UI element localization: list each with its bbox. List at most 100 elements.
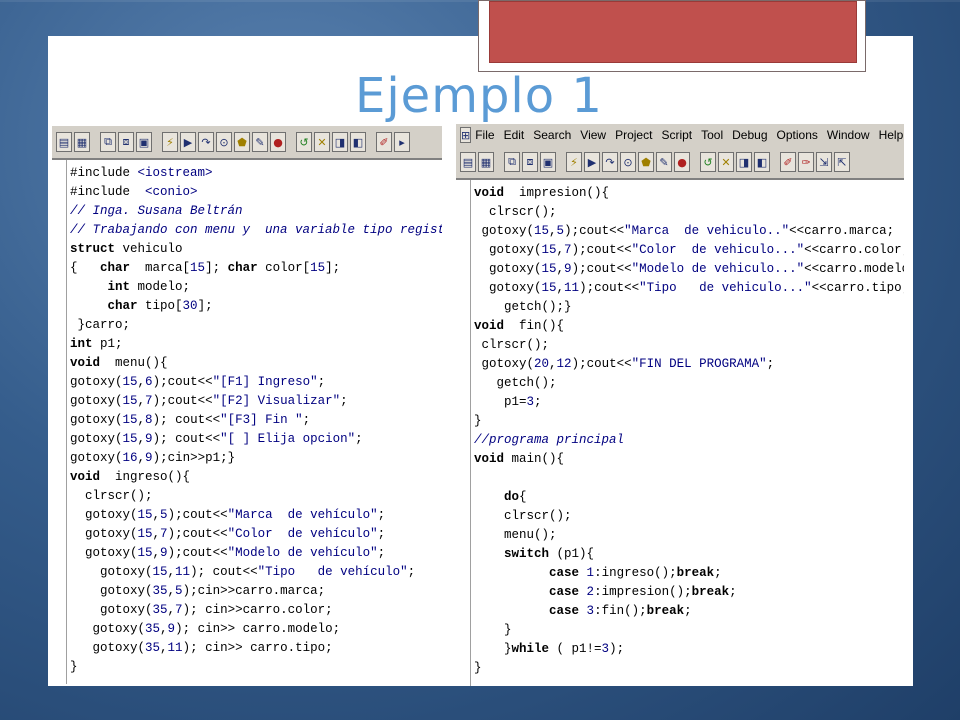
code-token: struct (70, 242, 116, 256)
run-icon[interactable]: ▶ (180, 132, 196, 152)
code-token: gotoxy( (70, 546, 138, 560)
code-token: tipo[ (137, 299, 183, 313)
code-token: "[F2] Visualizar" (212, 394, 341, 408)
code-token: );cout<< (167, 508, 228, 522)
menu-debug[interactable]: Debug (732, 128, 767, 142)
menu-view[interactable]: View (580, 128, 606, 142)
step-icon[interactable]: ↷ (198, 132, 214, 152)
menu-search[interactable]: Search (533, 128, 571, 142)
debug-icon[interactable]: ⊙ (620, 152, 636, 172)
breakpoint-icon[interactable]: ● (674, 152, 690, 172)
open-file-icon[interactable]: ▤ (460, 152, 476, 172)
bookmark-next-icon[interactable]: ✑ (798, 152, 814, 172)
code-token: gotoxy( (474, 281, 542, 295)
code-token: menu(); (474, 528, 557, 542)
code-token: "Tipo de vehículo" (257, 565, 408, 579)
save-file-icon[interactable]: ▦ (74, 132, 90, 152)
left-toolbar: ▤ ▦ ⧉ ⧈ ▣ ⚡ ▶ ↷ ⊙ ⬟ ✎ ● ↺ ✕ ◨ ◧ ✐ ▸ (52, 126, 442, 160)
app-icon[interactable]: ⊞ (460, 127, 472, 143)
breakpoint-icon[interactable]: ● (270, 132, 286, 152)
compile-icon[interactable]: ◨ (332, 132, 348, 152)
copy-icon[interactable]: ⧉ (504, 152, 520, 172)
code-token: break (691, 585, 730, 599)
menu-help[interactable]: Help (879, 128, 904, 142)
code-token: gotoxy( (70, 584, 153, 598)
code-token: 15 (310, 261, 326, 275)
step-into-icon[interactable]: ⇲ (816, 152, 832, 172)
code-token: #include (70, 166, 138, 180)
menu-edit[interactable]: Edit (504, 128, 525, 142)
code-token: 35 (152, 603, 168, 617)
code-line: clrscr(); (474, 336, 904, 355)
code-token: 15 (541, 281, 557, 295)
cut-icon[interactable]: ▣ (136, 132, 152, 152)
build-icon[interactable]: ◧ (754, 152, 770, 172)
code-token: , (152, 527, 161, 541)
code-token: gotoxy( (474, 224, 535, 238)
code-token: 7 (564, 243, 572, 257)
menu-project[interactable]: Project (615, 128, 652, 142)
code-line: gotoxy(15,5);cout<<"Marca de vehiculo.."… (474, 222, 904, 241)
menu-options[interactable]: Options (777, 128, 818, 142)
menu-script[interactable]: Script (661, 128, 692, 142)
shield-icon[interactable]: ⬟ (638, 152, 654, 172)
code-token: );cin>>carro.marca; (182, 584, 326, 598)
code-token: vehiculo (115, 242, 183, 256)
debug-icon[interactable]: ⊙ (216, 132, 232, 152)
code-line: void ingreso(){ (70, 468, 442, 487)
step-icon[interactable]: ↷ (602, 152, 618, 172)
code-line: gotoxy(15,7);cout<<"Color de vehículo"; (70, 525, 442, 544)
open-file-icon[interactable]: ▤ (56, 132, 72, 152)
code-token: } (70, 660, 78, 674)
code-token: case (549, 566, 580, 580)
step-over-icon[interactable]: ⇱ (834, 152, 850, 172)
next-icon[interactable]: ▸ (394, 132, 410, 152)
code-token: ; (766, 357, 775, 371)
right-code-area[interactable]: void impresion(){ clrscr(); gotoxy(15,5)… (456, 180, 904, 686)
code-token: // Inga. Susana Beltrán (70, 204, 243, 218)
copy-icon[interactable]: ⧉ (100, 132, 116, 152)
code-line: gotoxy(15,9);cout<<"Modelo de vehiculo..… (474, 260, 904, 279)
code-token: p1= (474, 395, 527, 409)
code-token: "Modelo de vehiculo..." (631, 262, 805, 276)
save-file-icon[interactable]: ▦ (478, 152, 494, 172)
code-line: } (70, 658, 442, 677)
code-token: "[F3] Fin " (220, 413, 303, 427)
close-icon[interactable]: ✕ (314, 132, 330, 152)
code-token: { (519, 490, 527, 504)
code-token: );cout<< (579, 281, 640, 295)
undo-icon[interactable]: ↺ (700, 152, 716, 172)
menu-window[interactable]: Window (827, 128, 870, 142)
code-token: ); cout<< (152, 432, 221, 446)
code-line: gotoxy(35,7); cin>>carro.color; (70, 601, 442, 620)
run-icon[interactable]: ▶ (584, 152, 600, 172)
code-token: , (137, 394, 146, 408)
lightning-icon[interactable]: ⚡ (566, 152, 582, 172)
left-code-area[interactable]: #include <iostream> #include <conio>// In… (52, 160, 442, 684)
bookmark-icon[interactable]: ✐ (780, 152, 796, 172)
code-line: getch();} (474, 298, 904, 317)
compile-icon[interactable]: ◨ (736, 152, 752, 172)
menu-file[interactable]: File (475, 128, 494, 142)
code-line: case 1:ingreso();break; (474, 564, 904, 583)
paste-icon[interactable]: ⧈ (522, 152, 538, 172)
code-token: 15 (541, 262, 557, 276)
code-token: ); cout<< (190, 565, 258, 579)
shield-icon[interactable]: ⬟ (234, 132, 250, 152)
undo-icon[interactable]: ↺ (296, 132, 312, 152)
cut-icon[interactable]: ▣ (540, 152, 556, 172)
code-token: switch (504, 547, 550, 561)
paste-icon[interactable]: ⧈ (118, 132, 134, 152)
close-icon[interactable]: ✕ (718, 152, 734, 172)
bookmark-icon[interactable]: ✐ (376, 132, 392, 152)
lightning-icon[interactable]: ⚡ (162, 132, 178, 152)
code-token: :ingreso(); (594, 566, 677, 580)
brush-icon[interactable]: ✎ (656, 152, 672, 172)
menu-tool[interactable]: Tool (701, 128, 723, 142)
code-token: 1 (586, 566, 595, 580)
build-icon[interactable]: ◧ (350, 132, 366, 152)
brush-icon[interactable]: ✎ (252, 132, 268, 152)
